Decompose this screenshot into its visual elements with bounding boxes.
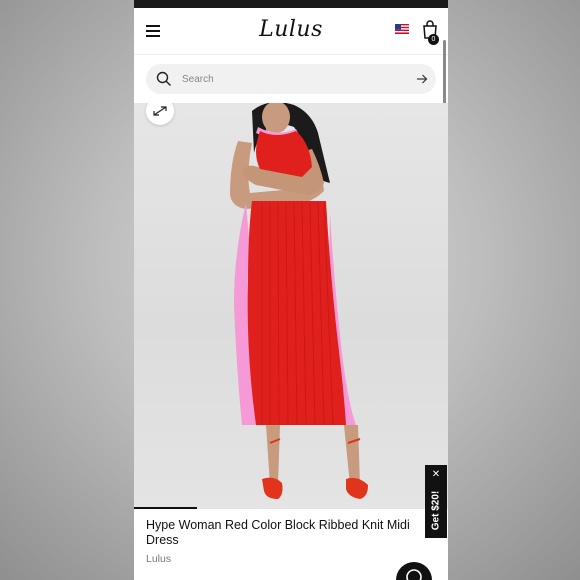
search-section: [134, 55, 448, 103]
promo-label[interactable]: Get $20!: [431, 486, 442, 536]
promo-tab[interactable]: ✕ Get $20!: [425, 465, 447, 538]
site-header: Lulus 0: [134, 8, 448, 55]
cart-count-badge: 0: [428, 34, 439, 45]
chat-button[interactable]: [396, 562, 432, 580]
image-carousel-progress: [134, 507, 448, 509]
product-brand[interactable]: Lulus: [146, 553, 171, 565]
status-bar: [134, 0, 448, 8]
image-carousel-progress-fill: [134, 507, 197, 509]
search-icon: [156, 71, 171, 86]
expand-icon: [153, 106, 167, 116]
close-icon[interactable]: ✕: [431, 470, 441, 480]
us-flag-icon[interactable]: [395, 24, 409, 34]
search-bar[interactable]: [146, 64, 436, 94]
arrow-right-icon[interactable]: [416, 73, 428, 85]
dress-photo: [230, 103, 368, 499]
chat-icon: [406, 569, 422, 580]
product-title[interactable]: Hype Woman Red Color Block Ribbed Knit M…: [146, 518, 416, 548]
search-input[interactable]: [182, 69, 402, 89]
product-image[interactable]: [134, 103, 448, 509]
phone-screen: Lulus 0 Search Hype Woman Red Color Bloc…: [134, 0, 448, 580]
